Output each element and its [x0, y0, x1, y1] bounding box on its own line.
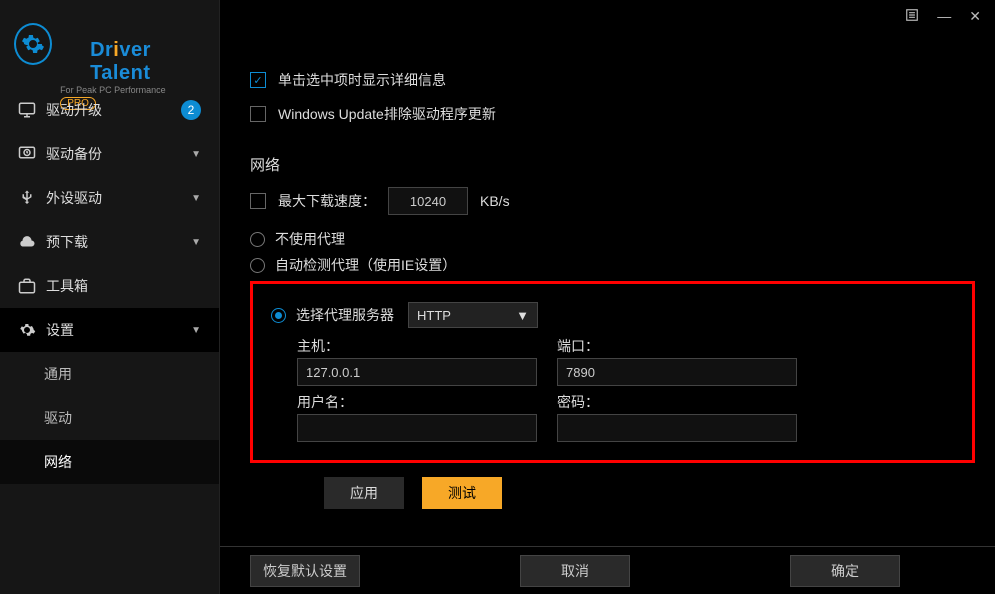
window-controls: — ✕ [905, 8, 981, 25]
sidebar-item-label: 驱动升级 [46, 100, 102, 120]
user-input[interactable] [297, 414, 537, 442]
pass-input[interactable] [557, 414, 797, 442]
sidebar-item-label: 预下载 [46, 232, 88, 252]
sidebar-item-label: 外设驱动 [46, 188, 102, 208]
monitor-icon [18, 101, 36, 119]
sidebar-item-label: 网络 [44, 452, 72, 472]
pass-label: 密码： [557, 392, 797, 412]
sidebar-item-label: 通用 [44, 364, 72, 384]
proxy-auto-label: 自动检测代理（使用IE设置） [275, 255, 456, 275]
max-speed-checkbox[interactable] [250, 193, 266, 209]
max-speed-input[interactable] [388, 187, 468, 215]
ok-button[interactable]: 确定 [790, 555, 900, 587]
exclude-wu-label: Windows Update排除驱动程序更新 [278, 104, 496, 124]
show-detail-checkbox[interactable]: ✓ [250, 72, 266, 88]
sidebar-sub-network[interactable]: 网络 [0, 440, 219, 484]
sidebar-item-label: 工具箱 [46, 276, 88, 296]
sidebar-item-label: 设置 [46, 320, 74, 340]
sidebar-item-settings[interactable]: 设置 ▼ [0, 308, 219, 352]
close-icon[interactable]: ✕ [969, 8, 981, 25]
chevron-down-icon: ▼ [191, 149, 201, 160]
network-section-title: 网络 [250, 154, 975, 175]
minimize-icon[interactable]: — [937, 8, 951, 25]
chevron-down-icon: ▼ [191, 325, 201, 336]
test-button[interactable]: 测试 [422, 477, 502, 509]
cloud-icon [18, 233, 36, 251]
sidebar-item-toolbox[interactable]: 工具箱 [0, 264, 219, 308]
main-panel: ✓ 单击选中项时显示详细信息 Windows Update排除驱动程序更新 网络… [220, 0, 995, 594]
apply-button[interactable]: 应用 [324, 477, 404, 509]
proxy-none-radio[interactable] [250, 232, 265, 247]
max-speed-label: 最大下载速度： [278, 191, 376, 211]
sidebar-item-peripheral[interactable]: 外设驱动 ▼ [0, 176, 219, 220]
briefcase-icon [18, 277, 36, 295]
exclude-wu-checkbox[interactable] [250, 106, 266, 122]
proxy-protocol-select[interactable]: HTTP ▼ [408, 302, 538, 328]
gear-icon [18, 321, 36, 339]
badge-count: 2 [181, 100, 201, 120]
sidebar-sub-general[interactable]: 通用 [0, 352, 219, 396]
chevron-down-icon: ▼ [191, 193, 201, 204]
app-logo: Driver Talent For Peak PC Performance PR… [0, 0, 219, 88]
sidebar-item-backup[interactable]: 驱动备份 ▼ [0, 132, 219, 176]
app-title: Driver Talent [60, 0, 219, 85]
monitor-clock-icon [18, 145, 36, 163]
gear-icon [14, 23, 52, 65]
cancel-button[interactable]: 取消 [520, 555, 630, 587]
port-input[interactable] [557, 358, 797, 386]
proxy-protocol-value: HTTP [417, 308, 451, 323]
show-detail-label: 单击选中项时显示详细信息 [278, 70, 446, 90]
port-label: 端口： [557, 336, 797, 356]
sidebar-item-label: 驱动备份 [46, 144, 102, 164]
chevron-down-icon: ▼ [516, 308, 529, 323]
proxy-select-radio[interactable] [271, 308, 286, 323]
user-label: 用户名： [297, 392, 537, 412]
sidebar: Driver Talent For Peak PC Performance PR… [0, 0, 220, 594]
proxy-highlight-box: 选择代理服务器 HTTP ▼ 主机： 端口： 用户名： 密码： [250, 281, 975, 463]
menu-icon[interactable] [905, 8, 919, 25]
sidebar-item-label: 驱动 [44, 408, 72, 428]
sidebar-sub-driver[interactable]: 驱动 [0, 396, 219, 440]
proxy-none-label: 不使用代理 [275, 229, 345, 249]
bottom-bar: 恢复默认设置 取消 确定 [220, 546, 995, 594]
sidebar-item-upgrade[interactable]: 驱动升级 2 [0, 88, 219, 132]
host-label: 主机： [297, 336, 537, 356]
chevron-down-icon: ▼ [191, 237, 201, 248]
max-speed-unit: KB/s [480, 193, 510, 209]
usb-icon [18, 189, 36, 207]
host-input[interactable] [297, 358, 537, 386]
proxy-auto-radio[interactable] [250, 258, 265, 273]
proxy-select-label: 选择代理服务器 [296, 305, 394, 325]
reset-defaults-button[interactable]: 恢复默认设置 [250, 555, 360, 587]
sidebar-item-predownload[interactable]: 预下载 ▼ [0, 220, 219, 264]
